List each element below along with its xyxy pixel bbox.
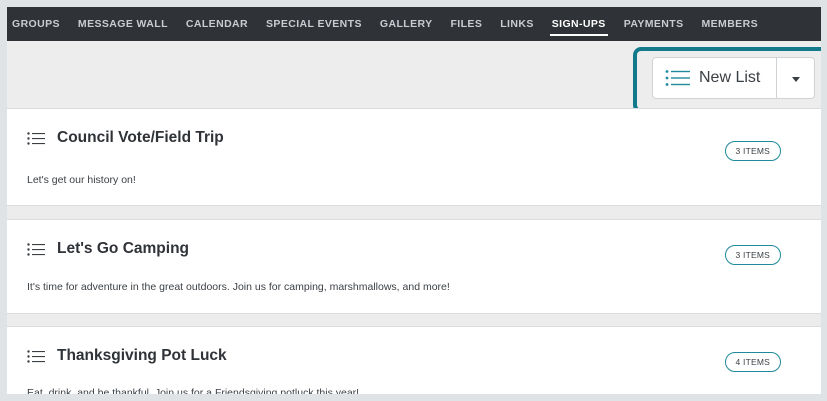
top-navigation: GROUPS MESSAGE WALL CALENDAR SPECIAL EVE… bbox=[7, 7, 821, 41]
list-card-title-row: Thanksgiving Pot Luck bbox=[27, 347, 227, 365]
nav-item-special-events[interactable]: SPECIAL EVENTS bbox=[266, 7, 362, 41]
nav-item-links[interactable]: LINKS bbox=[500, 7, 534, 41]
list-icon bbox=[27, 242, 45, 256]
list-icon bbox=[665, 69, 691, 87]
nav-item-message-wall[interactable]: MESSAGE WALL bbox=[78, 7, 168, 41]
list-icon bbox=[27, 131, 45, 145]
nav-item-payments[interactable]: PAYMENTS bbox=[624, 7, 684, 41]
items-count-badge: 4 ITEMS bbox=[724, 352, 781, 372]
caret-down-icon bbox=[791, 69, 800, 87]
nav-item-groups[interactable]: GROUPS bbox=[12, 7, 60, 41]
list-icon bbox=[27, 349, 45, 363]
app-frame: GROUPS MESSAGE WALL CALENDAR SPECIAL EVE… bbox=[0, 0, 827, 401]
list-description: It's time for adventure in the great out… bbox=[27, 281, 450, 293]
new-list-button[interactable]: New List bbox=[652, 57, 777, 99]
list-card[interactable]: Let's Go Camping It's time for adventure… bbox=[7, 219, 821, 314]
list-card-title-row: Let's Go Camping bbox=[27, 240, 189, 258]
items-count-badge: 3 ITEMS bbox=[724, 245, 781, 265]
items-count-badge: 3 ITEMS bbox=[724, 141, 781, 161]
list-description: Eat, drink, and be thankful. Join us for… bbox=[27, 387, 360, 399]
list-card[interactable]: Thanksgiving Pot Luck Eat, drink, and be… bbox=[7, 326, 821, 399]
list-title[interactable]: Council Vote/Field Trip bbox=[57, 129, 224, 147]
nav-item-sign-ups[interactable]: SIGN-UPS bbox=[549, 7, 608, 41]
list-title[interactable]: Thanksgiving Pot Luck bbox=[57, 347, 227, 365]
list-description: Let's get our history on! bbox=[27, 174, 136, 186]
list-title[interactable]: Let's Go Camping bbox=[57, 240, 189, 258]
nav-item-members[interactable]: MEMBERS bbox=[702, 7, 758, 41]
nav-item-calendar[interactable]: CALENDAR bbox=[186, 7, 248, 41]
nav-item-gallery[interactable]: GALLERY bbox=[380, 7, 433, 41]
new-list-dropdown-button[interactable] bbox=[777, 57, 815, 99]
toolbar: New List bbox=[7, 41, 821, 113]
nav-item-files[interactable]: FILES bbox=[450, 7, 482, 41]
list-card-title-row: Council Vote/Field Trip bbox=[27, 129, 224, 147]
new-list-label: New List bbox=[699, 69, 761, 86]
list-card[interactable]: Council Vote/Field Trip Let's get our hi… bbox=[7, 108, 821, 206]
